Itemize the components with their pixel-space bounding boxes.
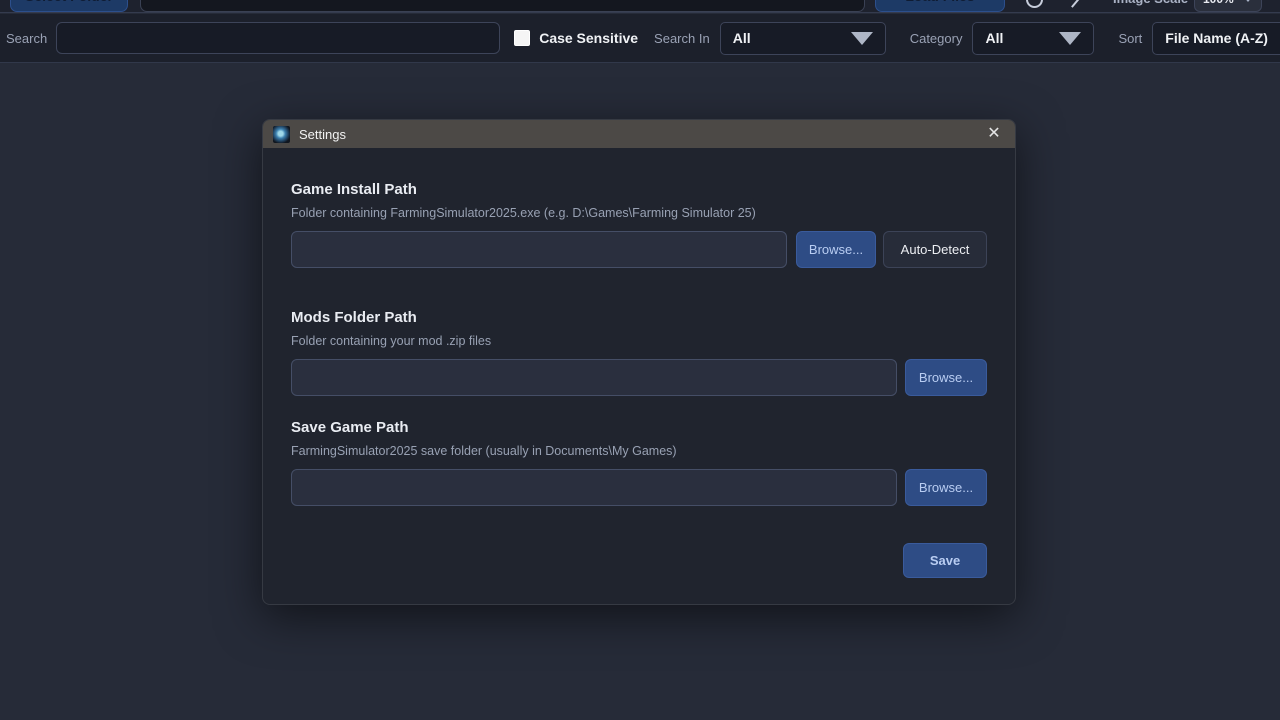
image-scale-dropdown[interactable]: 100% (1194, 0, 1262, 12)
category-value: All (985, 30, 1003, 46)
save-label: Save (930, 553, 960, 568)
sort-value: File Name (A-Z) (1165, 30, 1268, 46)
browse-label: Browse... (919, 480, 973, 495)
search-in-value: All (733, 30, 751, 46)
game-install-path-description: Folder containing FarmingSimulator2025.e… (291, 204, 987, 222)
browse-label: Browse... (919, 370, 973, 385)
game-install-path-heading: Game Install Path (291, 180, 987, 200)
mods-folder-path-input[interactable] (291, 359, 897, 396)
app-logo-icon (273, 126, 290, 143)
sort-label: Sort (1118, 31, 1142, 46)
dialog-title: Settings (299, 127, 346, 142)
folder-path-input[interactable] (140, 0, 865, 12)
image-scale-label: Image Scale (1113, 0, 1188, 6)
save-button[interactable]: Save (903, 543, 987, 578)
dialog-body: Game Install Path Folder containing Farm… (263, 148, 1015, 604)
close-icon[interactable]: ✕ (983, 126, 1005, 142)
save-game-path-description: FarmingSimulator2025 save folder (usuall… (291, 442, 987, 460)
mods-folder-path-row: Browse... (291, 359, 987, 396)
load-files-label: Load Files (905, 0, 974, 4)
image-scale-value: 100% (1203, 0, 1234, 6)
dialog-titlebar[interactable]: Settings ✕ (263, 120, 1015, 148)
category-label: Category (910, 31, 963, 46)
search-label: Search (6, 31, 47, 46)
search-filter-bar: Search Case Sensitive Search In All Cate… (0, 14, 1280, 63)
case-sensitive-label: Case Sensitive (539, 30, 638, 46)
save-game-path-row: Browse... (291, 469, 987, 506)
load-files-button[interactable]: Load Files (875, 0, 1005, 12)
settings-dialog: Settings ✕ Game Install Path Folder cont… (262, 119, 1016, 605)
select-folder-label: Select Folder (25, 0, 113, 4)
save-row: Save (291, 543, 987, 578)
sort-dropdown[interactable]: File Name (A-Z) (1152, 22, 1280, 55)
mods-folder-path-description: Folder containing your mod .zip files (291, 332, 987, 350)
browse-label: Browse... (809, 242, 863, 257)
circle-icon[interactable] (1026, 0, 1043, 8)
top-toolbar: Select Folder Load Files Image Scale 100… (0, 0, 1280, 13)
search-in-label: Search In (654, 31, 710, 46)
save-game-path-input[interactable] (291, 469, 897, 506)
chevron-down-icon (851, 32, 873, 45)
search-in-dropdown[interactable]: All (720, 22, 886, 55)
auto-detect-button[interactable]: Auto-Detect (883, 231, 987, 268)
select-folder-button[interactable]: Select Folder (10, 0, 128, 12)
mods-folder-browse-button[interactable]: Browse... (905, 359, 987, 396)
save-game-browse-button[interactable]: Browse... (905, 469, 987, 506)
game-install-browse-button[interactable]: Browse... (796, 231, 876, 268)
chevron-down-icon (1243, 0, 1253, 2)
category-dropdown[interactable]: All (972, 22, 1094, 55)
search-input[interactable] (56, 22, 500, 54)
game-install-path-input[interactable] (291, 231, 787, 268)
save-game-path-heading: Save Game Path (291, 418, 987, 438)
game-install-path-row: Browse... Auto-Detect (291, 231, 987, 268)
auto-detect-label: Auto-Detect (901, 242, 970, 257)
mods-folder-path-heading: Mods Folder Path (291, 308, 987, 328)
case-sensitive-checkbox[interactable] (514, 30, 530, 46)
diagonal-line-icon[interactable] (1071, 0, 1083, 8)
chevron-down-icon (1059, 32, 1081, 45)
